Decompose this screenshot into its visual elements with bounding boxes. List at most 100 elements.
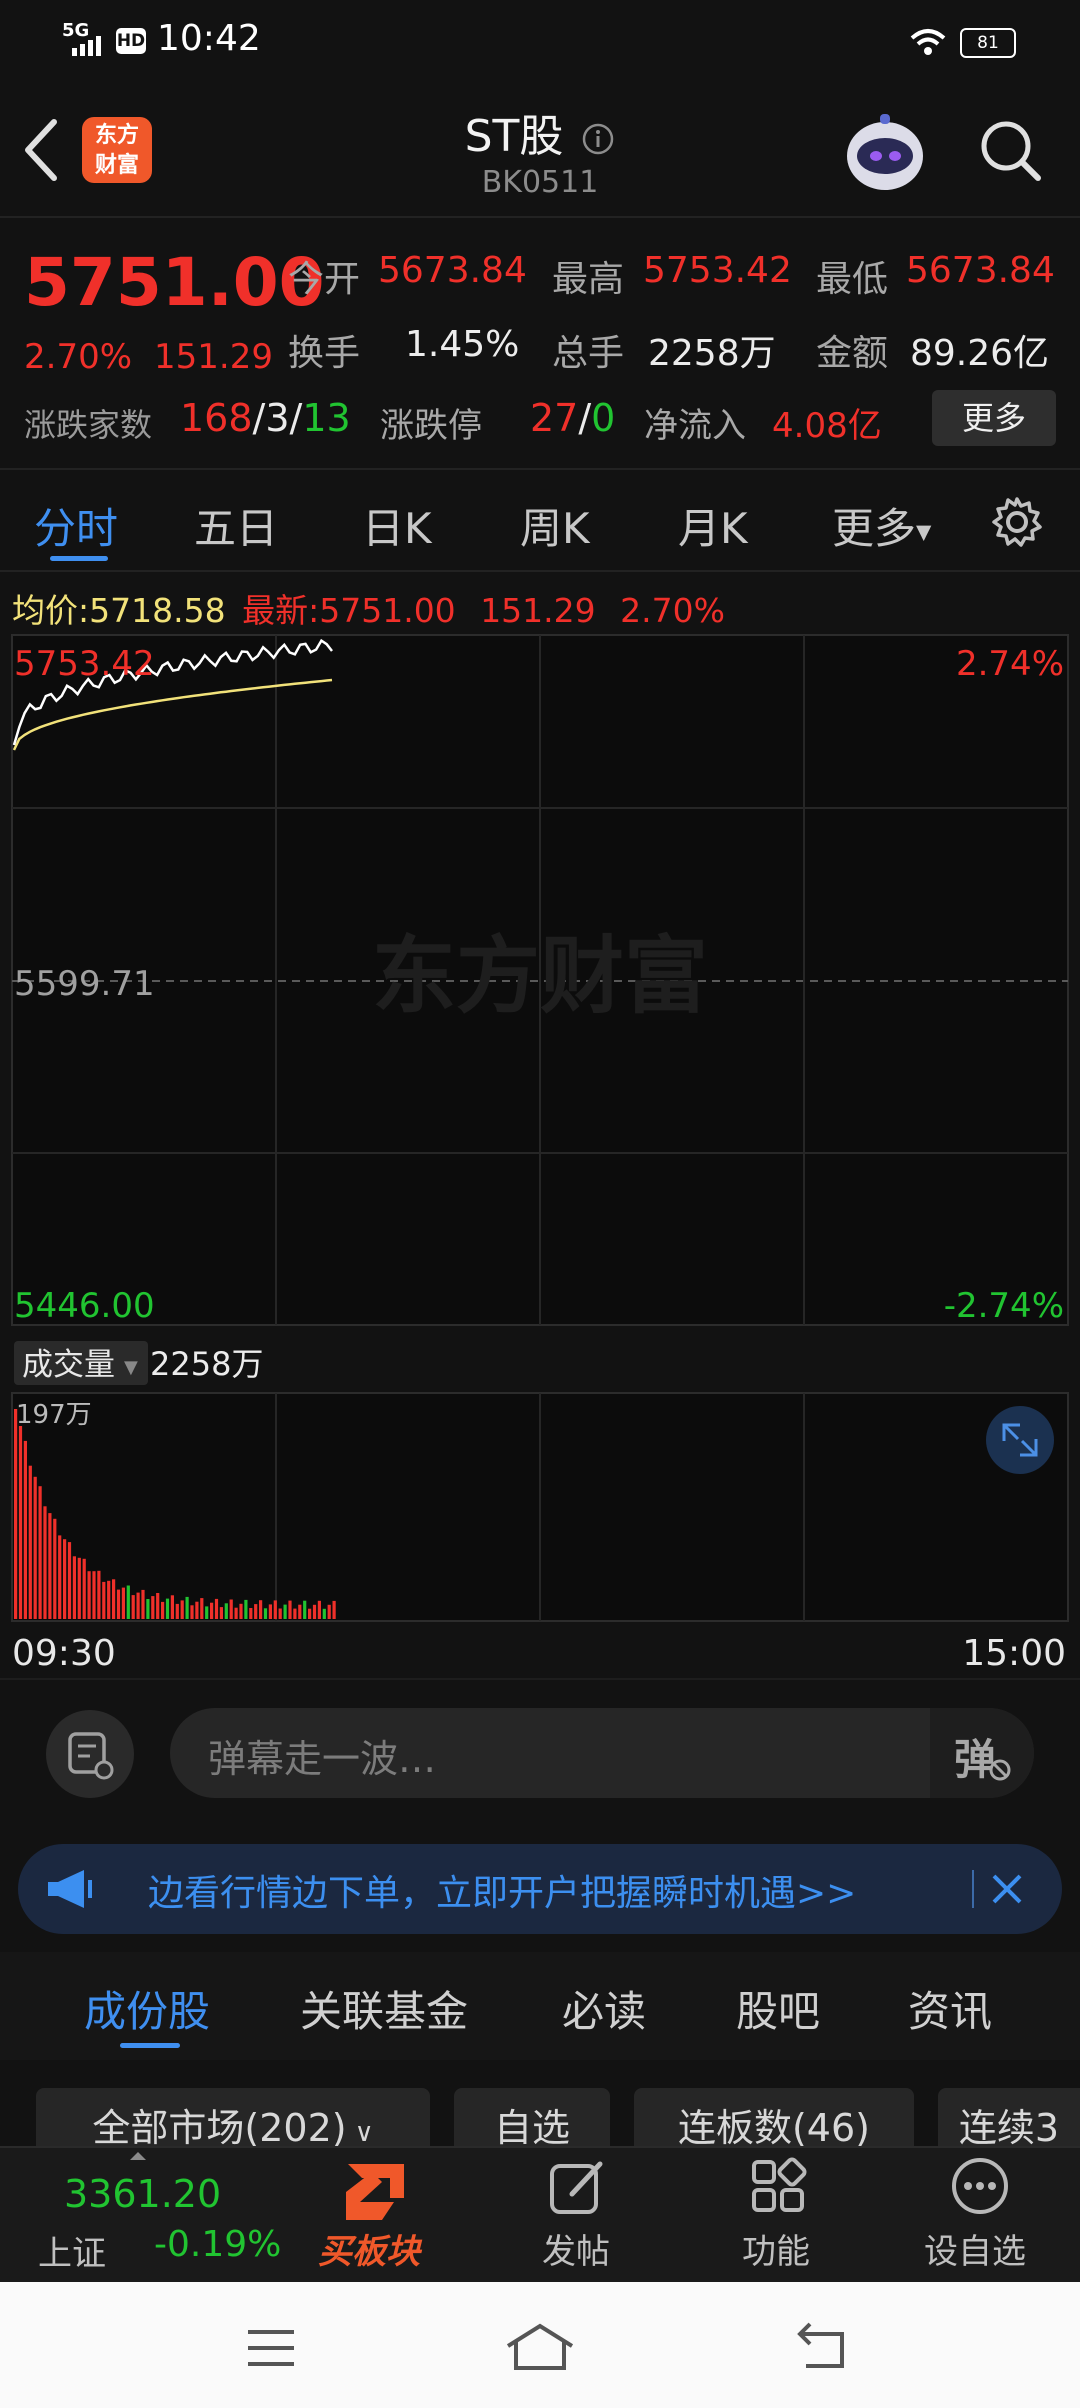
tab-weekly-k[interactable]: 周K <box>520 495 590 556</box>
limit-down: 0 <box>591 396 616 440</box>
volume-bar <box>317 1600 321 1619</box>
back-nav-icon[interactable] <box>796 2322 852 2372</box>
index-change[interactable]: -0.19% <box>154 2224 281 2265</box>
page-title-text: ST股 <box>464 111 564 162</box>
volume-bar <box>14 1409 18 1619</box>
search-icon[interactable] <box>978 118 1044 184</box>
volume-bar <box>308 1608 312 1619</box>
info-icon[interactable] <box>581 122 615 156</box>
tab-monthly-k[interactable]: 月K <box>678 495 748 556</box>
more-circle-icon[interactable] <box>948 2154 1012 2218</box>
volume-bar <box>312 1604 317 1619</box>
more-button[interactable]: 更多 <box>932 390 1056 446</box>
tab-forum[interactable]: 股吧 <box>736 1978 820 2039</box>
volume-bar <box>195 1601 199 1619</box>
expand-button[interactable] <box>986 1406 1054 1474</box>
volume-bar <box>107 1580 111 1619</box>
quote-divider <box>0 468 1080 470</box>
banner-divider <box>972 1870 974 1908</box>
high-value: 5753.42 <box>643 250 792 291</box>
functions-label[interactable]: 功能 <box>742 2224 810 2273</box>
danmu-toggle-button[interactable] <box>46 1710 134 1798</box>
volume-value: 2258万 <box>648 333 776 374</box>
turnover-value: 1.45% <box>405 324 520 365</box>
amount-value: 89.26亿 <box>910 333 1050 374</box>
volume-bar <box>102 1581 106 1619</box>
header-divider <box>0 216 1080 218</box>
volume-bar <box>229 1599 233 1619</box>
index-name[interactable]: 上证 <box>38 2226 106 2275</box>
volume-bar <box>303 1600 307 1619</box>
volume-bar <box>126 1585 130 1619</box>
volume-bar <box>273 1600 277 1619</box>
chevron-down-icon: ∨ <box>354 2118 374 2148</box>
tab-daily-k[interactable]: 日K <box>362 495 432 556</box>
limit-sep: / <box>578 396 592 440</box>
settings-gear-icon[interactable] <box>990 495 1044 549</box>
tab-five-day[interactable]: 五日 <box>194 495 278 556</box>
close-icon[interactable] <box>990 1872 1024 1906</box>
volume-bar <box>175 1603 179 1619</box>
buy-sector-logo-icon[interactable] <box>338 2158 416 2224</box>
tab-more-label: 更多 <box>832 504 917 553</box>
volume-bar <box>87 1571 91 1619</box>
volume-bar <box>234 1607 238 1619</box>
tab-must-read[interactable]: 必读 <box>562 1978 646 2039</box>
watermark: 东方财富 <box>372 927 708 1025</box>
high-label: 最高 <box>552 259 625 300</box>
functions-grid-icon[interactable] <box>746 2154 810 2218</box>
volume-bar <box>205 1606 209 1619</box>
open-value: 5673.84 <box>378 250 527 291</box>
robot-assistant-icon[interactable] <box>840 112 930 194</box>
limit-up: 27 <box>530 396 579 440</box>
volume-bar <box>170 1595 174 1619</box>
volume-bar <box>239 1603 243 1619</box>
volume-max-label: 197万 <box>16 1400 92 1430</box>
breadth-flat: 3 <box>265 396 290 440</box>
volume-bar <box>121 1587 125 1619</box>
volume-bar <box>224 1603 228 1619</box>
dropdown-caret-icon: ▼ <box>916 519 932 544</box>
volume-bar <box>97 1570 101 1619</box>
home-icon[interactable] <box>504 2322 576 2372</box>
caret-up-icon <box>130 2152 146 2160</box>
volume-bar <box>244 1599 248 1619</box>
hd-badge: HD <box>116 28 146 54</box>
market-filter-label: 全部市场(202) <box>92 2106 347 2150</box>
banner-text[interactable]: 边看行情边下单，立即开户把握瞬时机遇>> <box>148 1864 856 1916</box>
volume-bar <box>298 1604 302 1619</box>
breadth-label: 涨跌家数 <box>24 406 153 444</box>
volume-bar <box>48 1513 52 1619</box>
battery-icon: 81 <box>960 28 1016 58</box>
danmu-send-button[interactable]: 弹 <box>930 1708 1034 1798</box>
index-value[interactable]: 3361.20 <box>64 2172 221 2216</box>
volume-bar <box>161 1601 165 1619</box>
volume-bar <box>53 1518 57 1619</box>
tab-news[interactable]: 资讯 <box>908 1978 992 2039</box>
low-label: 最低 <box>816 259 889 300</box>
menu-icon[interactable] <box>244 2326 298 2370</box>
post-edit-icon[interactable] <box>546 2156 610 2220</box>
buy-sector-label[interactable]: 买板块 <box>318 2224 420 2273</box>
netflow-value: 4.08亿 <box>772 406 882 446</box>
danmu-settings-icon <box>68 1732 114 1780</box>
volume-bar <box>112 1579 116 1619</box>
intraday-chart[interactable]: 东方财富 5753.42 5599.71 5446.00 2.74% -2.74… <box>0 575 1080 1675</box>
volume-bar <box>63 1539 67 1619</box>
tab-constituents[interactable]: 成份股 <box>84 1978 210 2039</box>
volume-bar <box>263 1608 268 1619</box>
status-time: 10:42 <box>157 18 261 59</box>
post-label[interactable]: 发帖 <box>542 2224 610 2273</box>
volume-bar <box>141 1589 145 1619</box>
tab-more[interactable]: 更多▼ <box>832 495 931 556</box>
netflow-label: 净流入 <box>644 406 746 446</box>
open-label: 今开 <box>288 259 361 300</box>
volume-label: 总手 <box>552 333 625 374</box>
tab-related-funds[interactable]: 关联基金 <box>300 1978 468 2039</box>
limit-label: 涨跌停 <box>380 406 482 446</box>
volume-bar <box>38 1486 42 1619</box>
forbid-icon <box>989 1759 1011 1781</box>
tab-intraday[interactable]: 分时 <box>34 495 118 556</box>
set-favorite-label[interactable]: 设自选 <box>924 2224 1026 2273</box>
volume-bar <box>82 1558 86 1619</box>
